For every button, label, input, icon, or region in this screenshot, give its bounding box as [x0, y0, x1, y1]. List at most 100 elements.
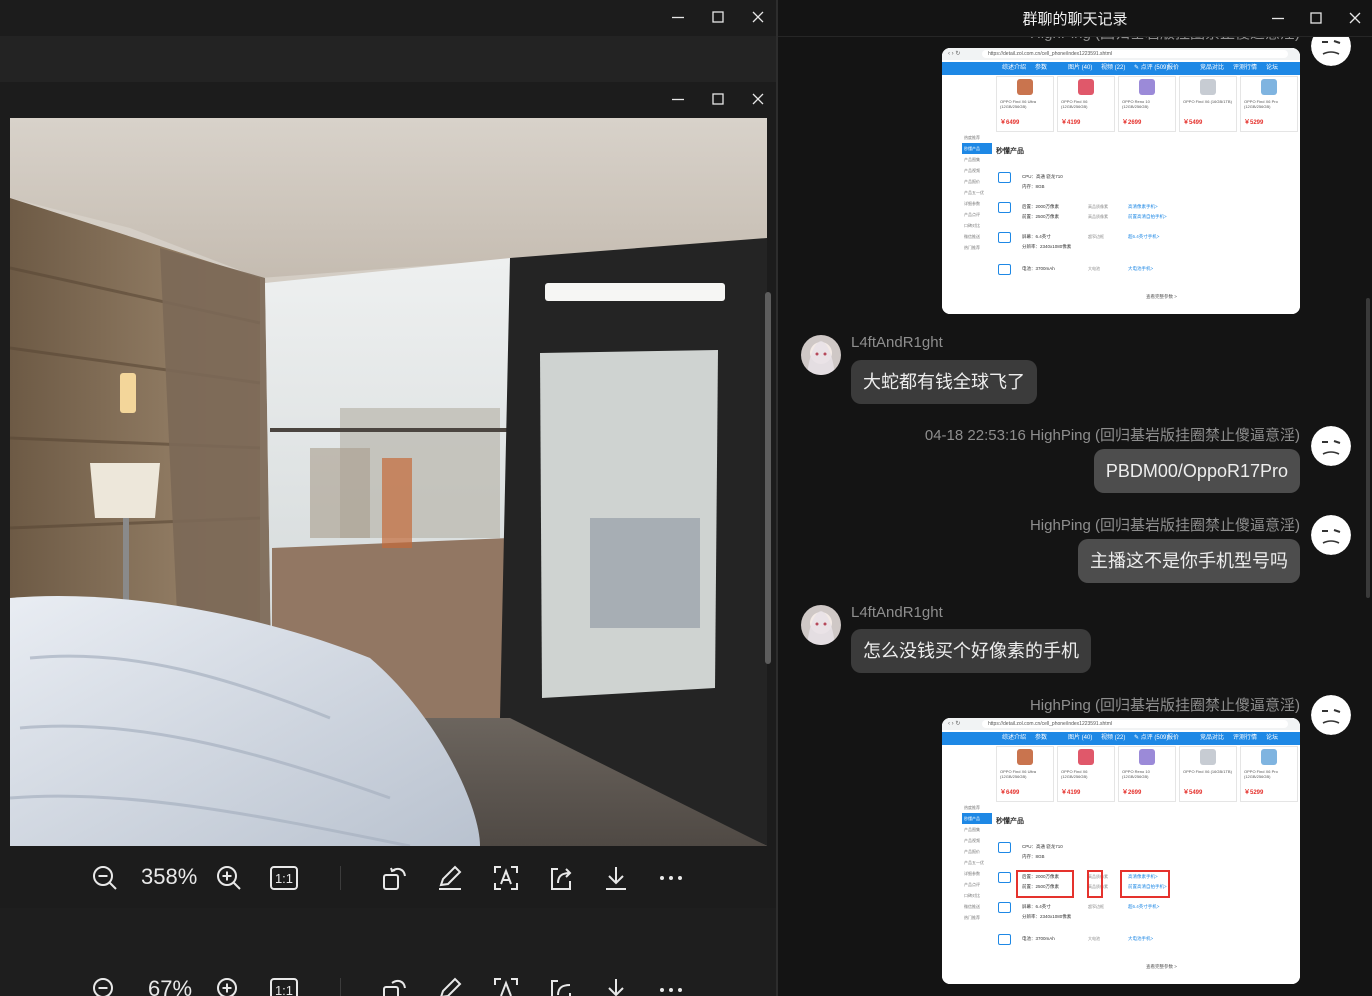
phone-thumbnail: [1078, 749, 1094, 765]
product-name: OPPO Find X6 Ultra (12GB/256GB): [1000, 769, 1037, 779]
zoom-in-button[interactable]: [209, 858, 249, 898]
back-icon: ‹ › ↻: [948, 721, 961, 727]
spec-value: CPU：高通 骁龙710: [1022, 844, 1063, 849]
image-message[interactable]: ‹ › ↻ https://detail.zol.com.cn/cell_pho…: [942, 718, 1300, 984]
share-button[interactable]: [541, 970, 581, 996]
actual-size-button[interactable]: 1:1: [264, 858, 304, 898]
viewer-scrollbar[interactable]: [765, 292, 771, 664]
highlight-box: [1016, 870, 1074, 898]
toolbar-separator: [340, 866, 341, 890]
zol-tab: 视频 (22): [1101, 65, 1126, 71]
zol-tab: 参数: [1035, 735, 1048, 741]
message-bubble[interactable]: 主播这不是你手机型号吗: [1078, 539, 1300, 583]
share-icon: [551, 868, 572, 890]
minimize-icon: [672, 16, 684, 19]
download-button[interactable]: [596, 970, 636, 996]
avatar[interactable]: [1311, 515, 1351, 555]
avatar-face-icon: [1311, 695, 1351, 735]
bedroom-photo[interactable]: [10, 118, 767, 846]
avatar[interactable]: [801, 335, 841, 375]
more-button[interactable]: [651, 858, 691, 898]
product-price: ￥6499: [1000, 120, 1020, 126]
edit-button[interactable]: [430, 970, 470, 996]
zoom-in-icon: [217, 866, 241, 890]
rotate-icon: [383, 867, 406, 890]
spec-value: 内存：8GB: [1022, 184, 1045, 189]
zoom-out-button[interactable]: [85, 970, 125, 996]
actual-size-icon: 1:1: [270, 978, 298, 996]
photo-viewer-window: 358% 1:1 67% 1:1: [0, 0, 776, 996]
chat-close-button[interactable]: [1332, 1, 1372, 35]
highlight-box: [1087, 870, 1103, 898]
spec-tag: 超窄边框: [1088, 904, 1104, 909]
spec-tag: 高品质像素: [1088, 204, 1108, 209]
product-price: ￥5499: [1183, 790, 1203, 796]
inner-title-bar[interactable]: [0, 82, 776, 118]
spec-tag: 超窄边框: [1088, 234, 1104, 239]
avatar[interactable]: [1311, 426, 1351, 466]
spec-value: 后置：2000万像素: [1022, 204, 1060, 209]
download-icon: [606, 867, 626, 890]
avatar-face-icon: [1311, 515, 1351, 555]
phone-thumbnail: [1078, 79, 1094, 95]
zoom-out-icon: [93, 978, 113, 996]
message-bubble[interactable]: PBDM00/OppoR17Pro: [1093, 449, 1300, 493]
product-name: OPPO Reno 10 (12GB/256GB): [1122, 99, 1150, 109]
outer-title-bar[interactable]: [0, 0, 776, 36]
close-button[interactable]: [735, 0, 776, 34]
side-menu: 热度推荐 秒懂产品 产品图集 产品视频 产品报价 产品五一优 详细参数 产品点评 口碑对比 微信推…: [962, 132, 992, 253]
product-card: OPPO Find X6 (12GB/256GB) ￥4199: [1057, 746, 1115, 802]
section-title: 秒懂产品: [996, 148, 1024, 155]
spec-area: CPU：高通 骁龙710 内存：8GB 后置：2000万像素 前置：2500万像素 屏幕…: [996, 834, 1296, 974]
spec-area: CPU：高通 骁龙710 内存：8GB 后置：2000万像素 前置：2500万像素 屏幕…: [996, 164, 1296, 304]
avatar-anime-girl-icon: [801, 335, 841, 375]
message-bubble[interactable]: 怎么没钱买个好像素的手机: [851, 629, 1091, 673]
avatar[interactable]: [801, 605, 841, 645]
camera-icon: [998, 872, 1011, 883]
more-icon: [660, 876, 682, 880]
product-card: OPPO Find X6 Ultra (12GB/256GB) ￥6499: [996, 746, 1054, 802]
chat-history-window: HighPing (回归基岩版挂圈禁止傻逼意淫) 群聊的聊天记录 ‹ › ↻ h…: [778, 0, 1372, 996]
share-button[interactable]: [541, 858, 581, 898]
avatar[interactable]: [1311, 695, 1351, 735]
background-viewer-toolbar: 67% 1:1: [0, 960, 776, 996]
back-icon: ‹ › ↻: [948, 51, 961, 57]
maximize-icon: [1310, 12, 1322, 24]
spec-value: 电池：3700mAh: [1022, 266, 1055, 271]
url-field: https://detail.zol.com.cn/cell_phone/ind…: [982, 720, 1288, 728]
message-sender: L4ftAndR1ght: [851, 334, 943, 351]
zol-tab: 参数: [1035, 65, 1048, 71]
more-button[interactable]: [651, 970, 691, 996]
phone-thumbnail: [1261, 749, 1277, 765]
more-icon: [660, 988, 682, 992]
product-card: OPPO Reno 10 (12GB/256GB) ￥2699: [1118, 746, 1176, 802]
message-bubble[interactable]: 大蛇都有钱全球飞了: [851, 360, 1037, 404]
product-name: OPPO Find X6 Ultra (12GB/256GB): [1000, 99, 1037, 109]
text-recognition-button[interactable]: [486, 858, 526, 898]
zoom-in-button[interactable]: [209, 970, 249, 996]
zol-tab: 评测行情: [1233, 65, 1258, 71]
side-menu-item: 微信推送: [964, 234, 980, 239]
inner-close-button[interactable]: [735, 82, 776, 116]
download-icon: [608, 979, 624, 996]
product-name: OPPO Find X6 (16GB/1TB): [1183, 99, 1232, 104]
spec-link: 高清像素手机>: [1128, 204, 1158, 209]
download-button[interactable]: [596, 858, 636, 898]
zoom-in-icon: [217, 978, 237, 996]
text-recognition-button[interactable]: [486, 970, 526, 996]
side-menu-item: 产品视频: [964, 168, 980, 173]
zol-tab: 论坛: [1266, 65, 1279, 71]
side-menu-item: 秒懂产品: [962, 813, 992, 824]
chat-title-bar[interactable]: 群聊的聊天记录: [778, 0, 1372, 37]
chat-scrollbar[interactable]: [1366, 298, 1370, 598]
zoom-out-button[interactable]: [85, 858, 125, 898]
rotate-button[interactable]: [375, 858, 415, 898]
rotate-button[interactable]: [375, 970, 415, 996]
zoom-level: 67%: [148, 976, 193, 996]
phone-thumbnail: [1139, 79, 1155, 95]
actual-size-button[interactable]: 1:1: [264, 970, 304, 996]
close-icon: [752, 11, 764, 23]
zol-tab-bar: 综述介绍 参数 图片 (40) 视频 (22) ✎ 点评 (509) 报价 竞品对比 评测行情…: [942, 732, 1300, 745]
edit-button[interactable]: [430, 858, 470, 898]
image-message[interactable]: ‹ › ↻ https://detail.zol.com.cn/cell_pho…: [942, 48, 1300, 314]
